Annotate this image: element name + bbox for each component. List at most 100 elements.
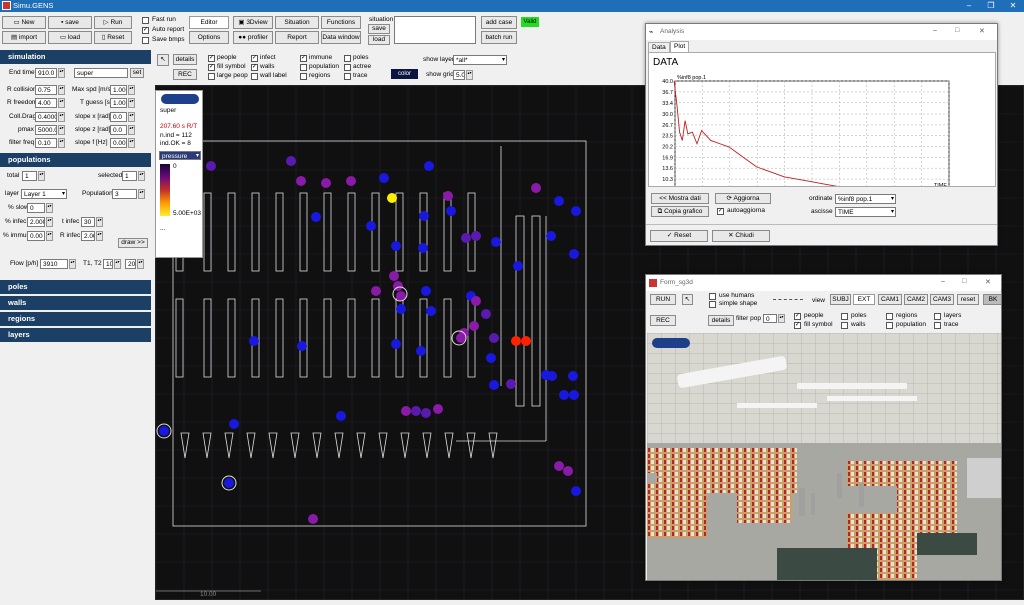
form-pointer-button[interactable]: ↖ xyxy=(682,294,693,305)
walls-checkbox[interactable]: ✓ xyxy=(251,64,258,71)
form-population-checkbox[interactable] xyxy=(886,322,893,329)
cam1-button[interactable]: CAM1 xyxy=(878,294,902,305)
form-minimize-icon[interactable]: – xyxy=(941,278,945,285)
aggiorna-button[interactable]: ⟳ Aggiorna xyxy=(715,193,771,204)
save-button[interactable]: ▪ save xyxy=(48,16,92,29)
filter-freq-input[interactable]: 0.10 xyxy=(35,138,57,148)
reset-button[interactable]: ▯ Reset xyxy=(94,31,132,44)
form-trace-checkbox[interactable] xyxy=(934,322,941,329)
flow-spinner[interactable]: ▴▾ xyxy=(69,259,76,269)
r-infec-input[interactable]: 2.00 xyxy=(81,231,95,241)
t-infec-input[interactable]: 30 xyxy=(81,217,95,227)
walls-section-header[interactable]: walls xyxy=(0,296,151,310)
infec-input[interactable]: 2.000 xyxy=(27,217,45,227)
minimize-icon[interactable]: – xyxy=(958,0,980,12)
wall-label-checkbox[interactable] xyxy=(251,73,258,80)
form-poles-checkbox[interactable] xyxy=(841,313,848,320)
copia-grafico-button[interactable]: ⧉ Copia grafico xyxy=(651,206,709,217)
scenario-name-input[interactable]: super xyxy=(74,68,128,78)
rec-button[interactable]: REC xyxy=(173,69,197,80)
poles-section-header[interactable]: poles xyxy=(0,280,151,294)
analysis-minimize-icon[interactable]: – xyxy=(933,27,937,34)
mostra-dati-button[interactable]: << Mostra dati xyxy=(651,193,709,204)
form-reset-button[interactable]: reset xyxy=(957,294,979,305)
legend-mode-select[interactable]: pressure xyxy=(159,151,201,160)
slope-z-input[interactable]: 0.0 xyxy=(110,125,127,135)
draw-button[interactable]: draw >> xyxy=(118,238,148,248)
population-input[interactable]: 3 xyxy=(112,189,137,199)
view-slider[interactable] xyxy=(773,298,803,300)
filter-freq-spinner[interactable]: ▴▾ xyxy=(58,138,65,148)
case-notes-textarea[interactable] xyxy=(394,16,476,44)
slope-f-spinner[interactable]: ▴▾ xyxy=(128,138,135,148)
show-grid-spinner[interactable]: ▴▾ xyxy=(466,70,473,80)
cam3-button[interactable]: CAM3 xyxy=(930,294,954,305)
pmax-input[interactable]: 5000.0 xyxy=(35,125,57,135)
form-close-icon[interactable]: ✕ xyxy=(985,278,991,286)
show-grid-input[interactable]: 5.0 xyxy=(453,70,465,80)
selected-input[interactable]: 1 xyxy=(122,171,137,181)
t1-spinner[interactable]: ▴▾ xyxy=(114,259,121,269)
regions-checkbox[interactable] xyxy=(300,73,307,80)
end-time-input[interactable]: 910.0 xyxy=(35,68,57,78)
form-run-button[interactable]: RUN xyxy=(650,294,676,305)
slow-spinner[interactable]: ▴▾ xyxy=(46,203,53,213)
form-rec-button[interactable]: REC xyxy=(650,315,676,326)
situation-button[interactable]: Situation xyxy=(275,16,319,29)
import-button[interactable]: ▤ import xyxy=(2,31,46,44)
r-freedom-spinner[interactable]: ▴▾ xyxy=(58,98,65,108)
end-time-spinner[interactable]: ▴▾ xyxy=(58,68,65,78)
t2-spinner[interactable]: ▴▾ xyxy=(137,259,144,269)
slope-x-spinner[interactable]: ▴▾ xyxy=(128,112,135,122)
chiudi-button[interactable]: ✕ Chiudi xyxy=(712,230,770,242)
form-walls-checkbox[interactable] xyxy=(841,322,848,329)
3dview-button[interactable]: ▣ 3Dview xyxy=(233,16,273,29)
add-case-button[interactable]: add case xyxy=(481,16,517,29)
immune-checkbox[interactable]: ✓ xyxy=(300,55,307,62)
immun-spinner[interactable]: ▴▾ xyxy=(46,231,53,241)
situation-save-button[interactable]: save xyxy=(368,24,390,34)
set-button[interactable]: set xyxy=(130,68,144,78)
cam2-button[interactable]: CAM2 xyxy=(904,294,928,305)
analysis-reset-button[interactable]: ✓ Reset xyxy=(650,230,708,242)
editor-button[interactable]: Editor xyxy=(189,16,229,29)
slow-input[interactable]: 0 xyxy=(27,203,45,213)
3d-viewport[interactable] xyxy=(647,333,1001,580)
immun-input[interactable]: 0.00 xyxy=(27,231,45,241)
simple-shape-checkbox[interactable] xyxy=(709,301,716,308)
form-people-checkbox[interactable]: ✓ xyxy=(794,313,801,320)
r-infec-spinner[interactable]: ▴▾ xyxy=(96,231,103,241)
r-collision-spinner[interactable]: ▴▾ xyxy=(58,85,65,95)
options-button[interactable]: Options xyxy=(189,31,229,44)
close-icon[interactable]: ✕ xyxy=(1002,0,1024,12)
t-infec-spinner[interactable]: ▴▾ xyxy=(96,217,103,227)
data-window-button[interactable]: Data window xyxy=(321,31,361,44)
save-bmps-checkbox[interactable] xyxy=(142,37,149,44)
report-button[interactable]: Report xyxy=(275,31,319,44)
layers-section-header[interactable]: layers xyxy=(0,328,151,342)
load-button[interactable]: ▭ load xyxy=(48,31,92,44)
pointer-tool-button[interactable]: ↖ xyxy=(157,54,169,66)
maximize-icon[interactable]: ❐ xyxy=(980,0,1002,12)
t-guess-input[interactable]: 1.00 xyxy=(110,98,127,108)
t1-input[interactable]: 10 xyxy=(103,259,113,269)
new-button[interactable]: ▭ New xyxy=(2,16,46,29)
color-button[interactable]: color xyxy=(391,69,418,79)
trace-checkbox[interactable] xyxy=(344,73,351,80)
selected-spinner[interactable]: ▴▾ xyxy=(138,171,145,181)
bk-button[interactable]: BK xyxy=(983,294,1001,305)
filter-pop-spinner[interactable]: ▴▾ xyxy=(778,314,785,323)
coll-drag-spinner[interactable]: ▴▾ xyxy=(58,112,65,122)
population-checkbox[interactable] xyxy=(300,64,307,71)
show-layer-select[interactable]: *all* xyxy=(453,55,507,65)
actree-checkbox[interactable] xyxy=(344,64,351,71)
simulation-section-header[interactable]: simulation xyxy=(0,50,151,64)
ordinate-select[interactable]: %inf8 pop.1 xyxy=(835,194,896,204)
analysis-close-icon[interactable]: ✕ xyxy=(979,27,985,35)
max-spd-spinner[interactable]: ▴▾ xyxy=(128,85,135,95)
details-button[interactable]: details xyxy=(173,54,197,65)
ascisse-select[interactable]: TIME xyxy=(835,207,896,217)
form-maximize-icon[interactable]: □ xyxy=(962,278,966,285)
t-guess-spinner[interactable]: ▴▾ xyxy=(128,98,135,108)
total-spinner[interactable]: ▴▾ xyxy=(38,171,45,181)
